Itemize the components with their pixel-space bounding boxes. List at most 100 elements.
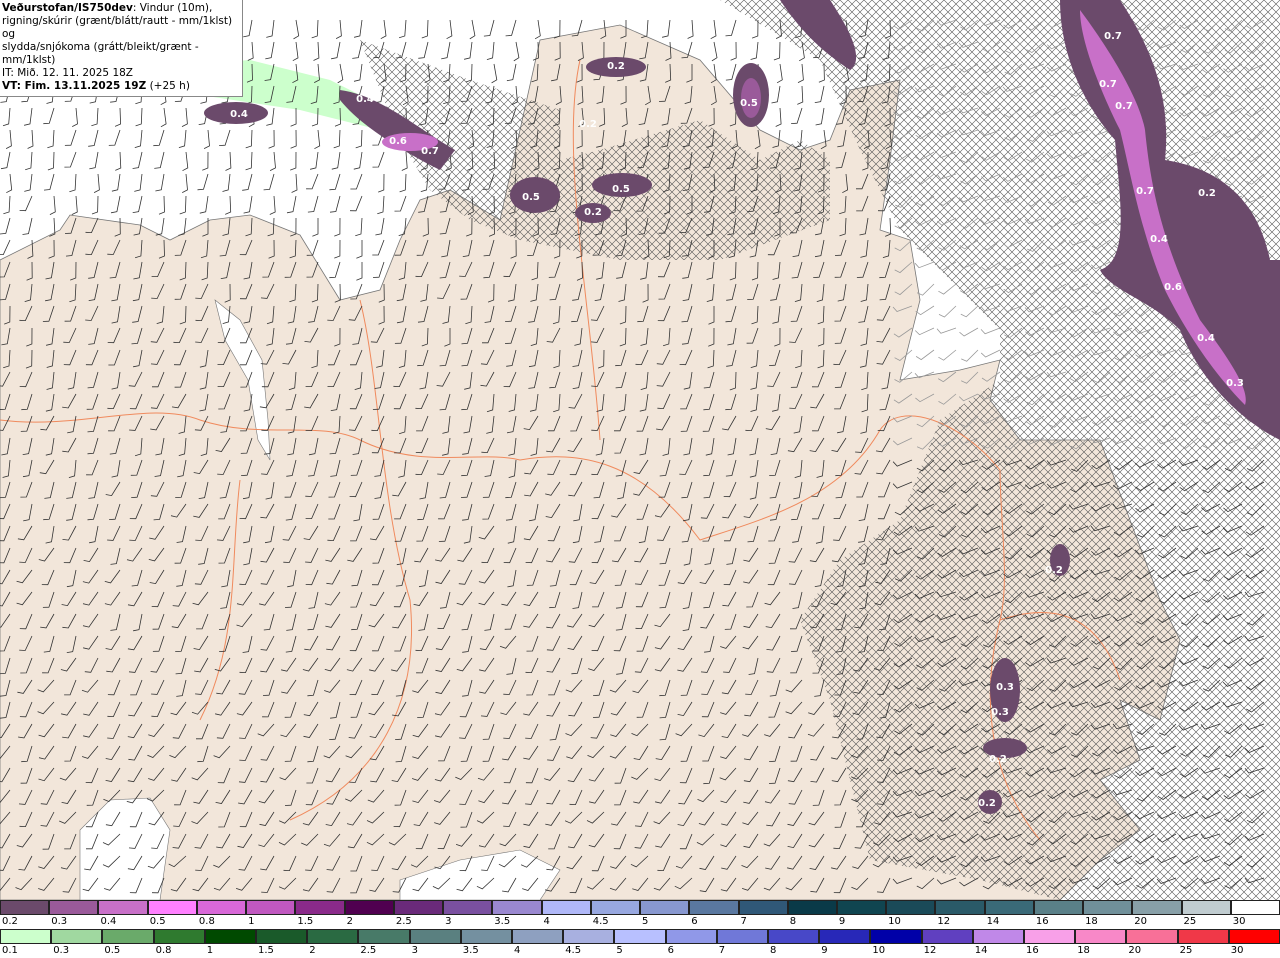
legend-label: 2 — [309, 945, 316, 956]
legend-label: 20 — [1134, 916, 1148, 927]
precip-label: 0.5 — [740, 98, 758, 109]
legend-label: 7 — [718, 945, 726, 956]
precip-label: 0.7 — [1136, 186, 1154, 197]
legend-label: 0.3 — [53, 945, 70, 956]
legend-swatch — [1230, 900, 1280, 915]
legend-swatch — [344, 900, 394, 915]
legend-label: 2.5 — [360, 945, 377, 956]
legend-swatch — [787, 900, 837, 915]
legend-swatch — [870, 929, 922, 944]
legend-swatch — [246, 900, 296, 915]
legend-swatch — [1228, 929, 1280, 944]
legend-swatch — [1181, 900, 1231, 915]
legend-label: 12 — [923, 945, 937, 956]
legend-label: 4.5 — [565, 945, 582, 956]
desc-line: rigning/skúrir (grænt/blátt/rautt - mm/1… — [2, 15, 233, 40]
legend-label: 5 — [642, 916, 649, 927]
legend-swatch — [836, 900, 887, 915]
legend-swatch — [295, 900, 345, 915]
forecast-offset: (+25 h) — [146, 80, 190, 92]
legend-label: 20 — [1128, 945, 1142, 956]
legend-label: 30 — [1230, 945, 1244, 956]
precip-label: 0.2 — [1198, 188, 1216, 199]
legend-swatch — [409, 929, 461, 944]
legend-swatch — [590, 900, 641, 915]
legend-swatch — [1177, 929, 1229, 944]
legend-swatch — [102, 929, 154, 944]
legend-label: 18 — [1085, 916, 1098, 927]
legend-swatch — [640, 900, 690, 915]
legend-label: 8 — [789, 916, 797, 927]
legend-label: 5 — [616, 945, 623, 956]
legend-swatch — [204, 929, 257, 944]
legend-swatch — [51, 929, 103, 944]
legend-label: 4 — [543, 916, 550, 927]
legend-label: 16 — [1035, 916, 1049, 927]
legend-swatch — [0, 929, 52, 944]
legend-swatch — [738, 900, 788, 915]
legend-label: 1 — [206, 945, 214, 956]
legend-swatch — [1033, 900, 1084, 915]
legend-swatch — [921, 929, 973, 944]
source-title: Veðurstofan/IS750dev — [2, 2, 133, 14]
legend-swatch — [541, 900, 591, 915]
legend-swatch — [460, 929, 513, 944]
legend-label: 14 — [974, 945, 988, 956]
legend-label: 3 — [411, 945, 418, 956]
precip-label: 0.4 — [356, 94, 374, 105]
precip-label: 0.5 — [522, 192, 540, 203]
precip-label: 0.2 — [989, 754, 1007, 765]
precip-label: 0.5 — [612, 184, 630, 195]
legend-label: 3.5 — [494, 916, 511, 927]
legend-swatch — [768, 929, 820, 944]
legend-swatch — [49, 900, 99, 915]
legend-label: 0.1 — [2, 945, 18, 956]
precip-label: 0.3 — [996, 682, 1014, 693]
legend-label: 0.5 — [149, 916, 166, 927]
legend-swatch — [935, 900, 985, 915]
legend-label: 1 — [248, 916, 255, 927]
precip-label: 0.3 — [991, 707, 1009, 718]
legend-label: 25 — [1183, 916, 1197, 927]
legend-label: 1.5 — [258, 945, 274, 956]
legend-label: 4.5 — [592, 916, 609, 927]
valid-time: VT: Fim. 13.11.2025 19Z — [2, 80, 147, 92]
legend-label: 0.2 — [2, 916, 18, 927]
legend-label: 0.8 — [155, 945, 172, 956]
precip-label: 0.3 — [1226, 378, 1244, 389]
legend-label: 25 — [1179, 945, 1193, 956]
legend-swatch — [196, 900, 247, 915]
legend-swatch — [614, 929, 666, 944]
desc-line: : Vindur (10m), — [132, 2, 213, 14]
legend-swatch — [0, 900, 50, 915]
legend-label: 6 — [691, 916, 698, 927]
legend-swatch — [984, 900, 1034, 915]
legend-swatch — [307, 929, 359, 944]
legend-label: 18 — [1077, 945, 1090, 956]
legend-swatch — [1132, 900, 1182, 915]
legend-snow-sleet: 0.2 0.3 0.4 0.5 0.8 1 1.5 2 2.5 3 3.5 4 4.5 5 6 7 8 9 10 12… — [0, 900, 1280, 929]
map-title: Veðurstofan/IS750dev: Vindur (10m), rign… — [0, 0, 243, 97]
legend-label: 1.5 — [297, 916, 314, 927]
legend-swatch — [98, 900, 148, 915]
issue-time: IT: Mið. 12. 11. 2025 18Z — [2, 67, 133, 79]
legend-label: 14 — [986, 916, 1000, 927]
precip-label: 0.2 — [1045, 565, 1063, 576]
precip-label: 0.6 — [1164, 282, 1182, 293]
precip-label: 0.4 — [1150, 234, 1168, 245]
legend-swatch — [689, 900, 739, 915]
legend-label: 0.5 — [104, 945, 121, 956]
legend-swatch — [1075, 929, 1127, 944]
legend-label: 3 — [445, 916, 452, 927]
legend-swatch — [819, 929, 871, 944]
precip-label: 0.2 — [579, 119, 597, 130]
legend-swatch — [393, 900, 444, 915]
desc-line: slydda/snjókoma (grátt/bleikt/grænt - mm… — [2, 41, 199, 66]
legend-swatch — [972, 929, 1025, 944]
precip-label: 0.2 — [584, 207, 602, 218]
legend-swatch — [358, 929, 410, 944]
legend-label: 7 — [740, 916, 747, 927]
legend-swatch — [886, 900, 936, 915]
legend-label: 0.4 — [100, 916, 117, 927]
precip-label: 0.7 — [1099, 79, 1117, 90]
